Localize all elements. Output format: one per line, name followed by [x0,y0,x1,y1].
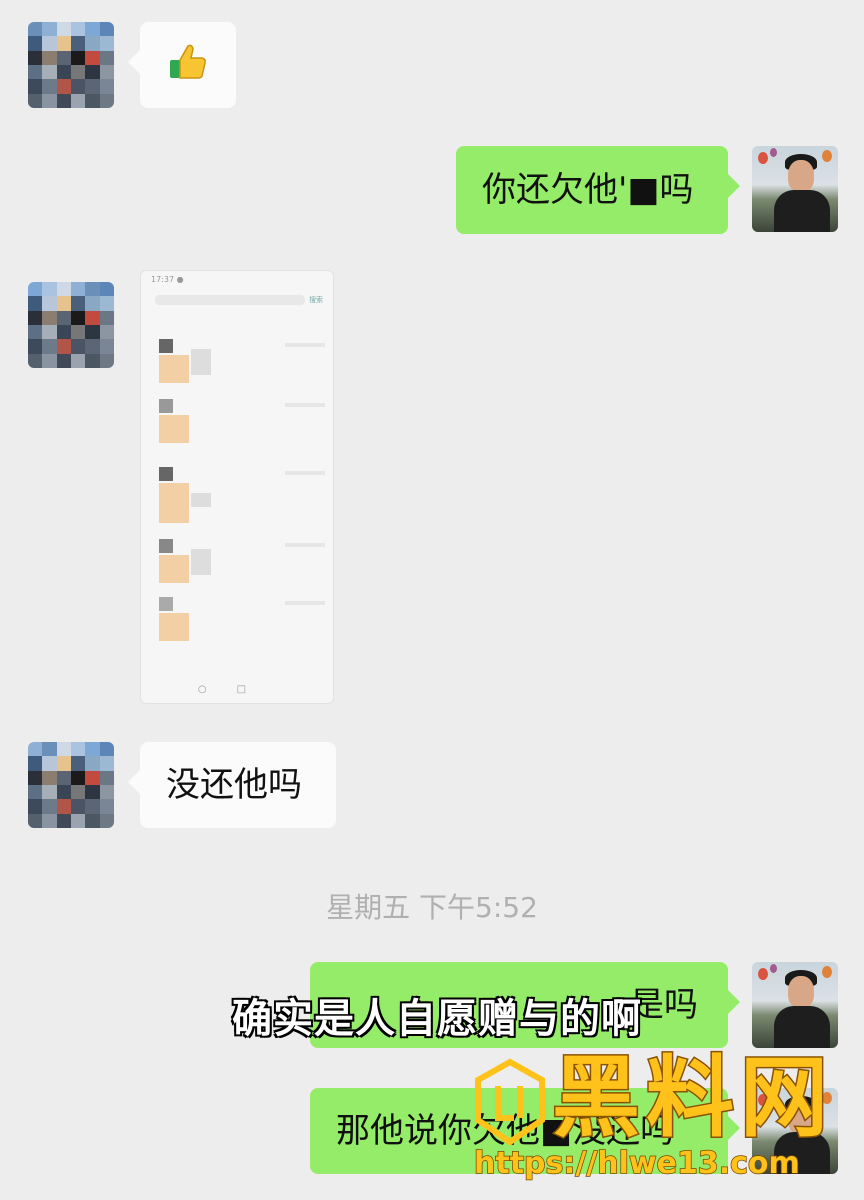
message-bubble-incoming[interactable]: 没还他吗 [128,742,336,828]
watermark-brand: 黑料网 [550,1046,835,1149]
image-message-screenshot[interactable]: 17:37 ● 搜索 ○□ [140,270,334,704]
thumbs-up-icon [166,40,210,90]
watermark-url: https://hlwe13.com [473,1145,800,1182]
thumb-status-time: 17:37 ● [151,275,184,284]
user-avatar[interactable] [752,962,838,1048]
thumb-row [155,597,325,653]
user-avatar[interactable] [752,146,838,232]
thumb-nav-bar: ○□ [197,684,277,695]
message-text: 你还欠他'■吗 [482,170,694,210]
contact-avatar[interactable] [28,282,114,368]
message-bubble-outgoing[interactable]: 你还欠他'■吗 [456,146,740,234]
thumb-row [155,467,325,523]
contact-avatar[interactable] [28,22,114,108]
thumb-row [155,539,325,595]
message-text: 没还他吗 [166,765,302,805]
thumb-row [155,399,325,455]
thumb-row [155,339,325,395]
chat-timestamp: 星期五 下午5:52 [326,891,538,924]
watermark-logo-icon [470,1058,550,1148]
message-bubble-emoji[interactable] [128,22,236,108]
contact-avatar[interactable] [28,742,114,828]
thumb-tag: 搜索 [309,296,323,304]
thumb-search-bar [155,295,305,305]
video-subtitle: 确实是人自愿赠与的啊 [231,995,642,1043]
